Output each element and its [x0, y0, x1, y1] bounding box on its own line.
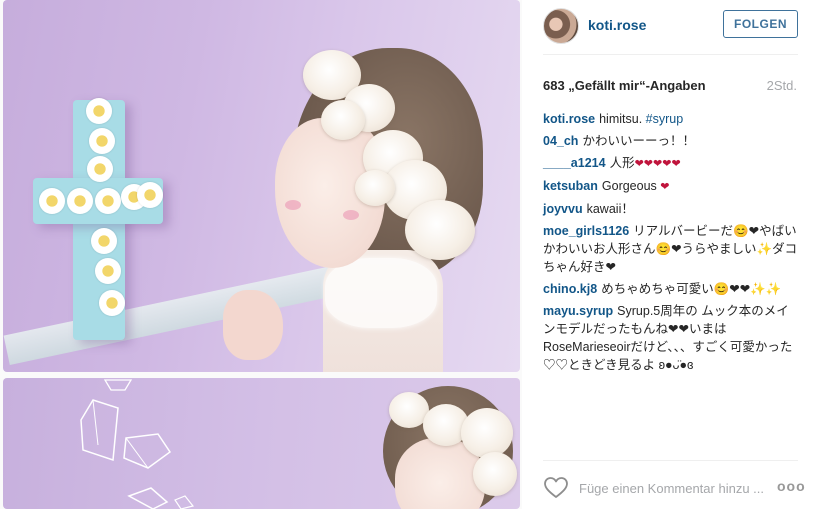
post-photo-main[interactable] — [3, 0, 520, 372]
daisy-decoration — [99, 290, 125, 316]
daisy-decoration — [39, 188, 65, 214]
comment-text: かわいいーーっ！！ — [582, 134, 695, 148]
comment-text: kawaii！ — [586, 202, 634, 216]
blush — [343, 210, 359, 220]
gem-outline-icon — [127, 487, 195, 509]
photo-column — [0, 0, 522, 509]
heart-emoji-icon: ❤❤❤❤❤ — [634, 158, 681, 170]
comment-username[interactable]: koti.rose — [543, 112, 595, 126]
avatar[interactable] — [543, 8, 579, 44]
comment-item: mayu.syrup Syrup.5周年の ムック本のメインモデルだったもんね❤❤… — [543, 302, 801, 374]
flower-crown-rose — [461, 408, 513, 458]
post-header: koti.rose FOLGEN — [522, 0, 815, 54]
daisy-decoration — [86, 98, 112, 124]
likes-count[interactable]: 683 „Gefällt mir“-Angaben — [543, 78, 706, 93]
footer-divider — [543, 460, 798, 461]
flower-crown-rose — [405, 200, 475, 260]
hand — [223, 290, 283, 360]
post-footer: ooo — [522, 462, 815, 509]
lace-collar — [325, 258, 437, 328]
daisy-decoration — [95, 188, 121, 214]
gem-outline-icon — [103, 379, 133, 391]
comment-item: koti.rose himitsu. #syrup — [543, 110, 801, 128]
header-divider — [543, 54, 798, 55]
flower-crown-rose — [321, 100, 365, 140]
comment-username[interactable]: 04_ch — [543, 134, 578, 148]
comment-item: ketsuban Gorgeous ❤ — [543, 177, 801, 196]
heart-emoji-icon: ❤ — [660, 181, 670, 193]
comments-list: koti.rose himitsu. #syrup 04_ch かわいいーーっ！！ … — [543, 110, 801, 378]
comment-text: めちゃめちゃ可愛い😊❤❤✨✨ — [601, 282, 782, 296]
comment-username[interactable]: mayu.syrup — [543, 304, 613, 318]
daisy-decoration — [89, 128, 115, 154]
comment-input[interactable] — [579, 477, 769, 499]
post-side-panel: koti.rose FOLGEN 683 „Gefällt mir“-Angab… — [522, 0, 815, 509]
comment-item: chino.kj8 めちゃめちゃ可愛い😊❤❤✨✨ — [543, 280, 801, 298]
blush — [285, 200, 301, 210]
comment-username[interactable]: joyvvu — [543, 202, 583, 216]
comment-username[interactable]: chino.kj8 — [543, 282, 597, 296]
comment-username[interactable]: moe_girls1126 — [543, 224, 629, 238]
author-username[interactable]: koti.rose — [588, 17, 646, 33]
heart-outline-icon[interactable] — [543, 476, 569, 500]
comment-text: Gorgeous — [601, 179, 657, 193]
flower-crown-rose — [473, 452, 517, 496]
comment-text: himitsu. — [599, 112, 643, 126]
post-photo-secondary[interactable] — [3, 378, 520, 509]
daisy-decoration — [137, 182, 163, 208]
comment-item: 04_ch かわいいーーっ！！ — [543, 132, 801, 150]
comment-username[interactable]: ____a1214 — [543, 156, 606, 170]
comment-item: ____a1214 人形❤❤❤❤❤ — [543, 154, 801, 173]
post-timestamp[interactable]: 2Std. — [767, 78, 797, 93]
comment-text: 人形 — [609, 156, 635, 170]
daisy-decoration — [67, 188, 93, 214]
daisy-decoration — [91, 228, 117, 254]
follow-button[interactable]: FOLGEN — [723, 10, 798, 38]
more-options-icon[interactable]: ooo — [777, 476, 805, 496]
hashtag-link[interactable]: #syrup — [646, 112, 684, 126]
daisy-decoration — [95, 258, 121, 284]
gem-outline-icon — [123, 433, 172, 469]
comment-item: joyvvu kawaii！ — [543, 200, 801, 218]
flower-crown-rose — [355, 170, 395, 206]
glass-rod — [3, 264, 343, 366]
comment-item: moe_girls1126 リアルバービーだ😊❤やばいかわいいお人形さん😊❤うらや… — [543, 222, 801, 276]
daisy-decoration — [87, 156, 113, 182]
comment-username[interactable]: ketsuban — [543, 179, 598, 193]
